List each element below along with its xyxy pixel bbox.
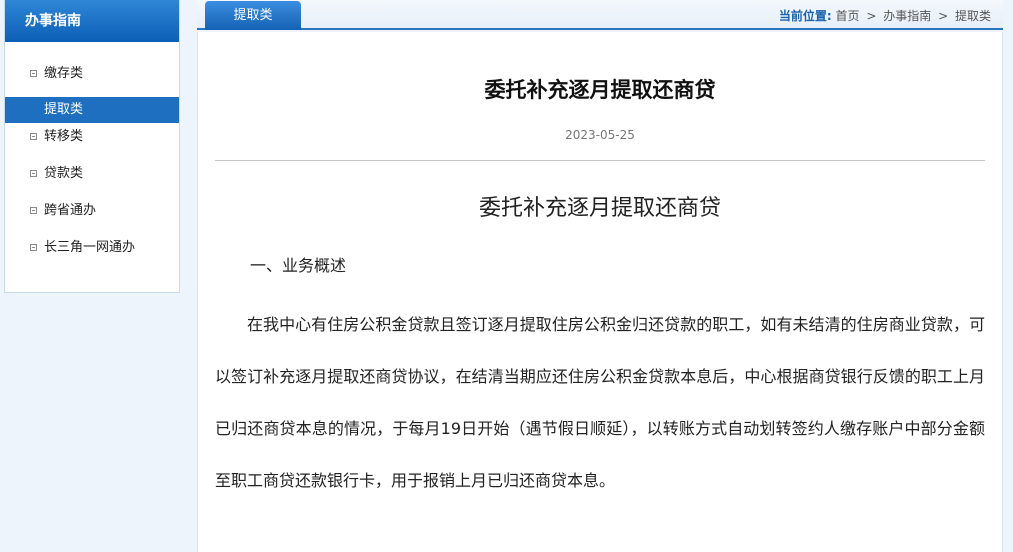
sidebar-item-deposit[interactable]: 缴存类: [5, 61, 179, 87]
sidebar-item-withdrawal[interactable]: 提取类: [5, 97, 179, 123]
breadcrumb-separator: >: [938, 9, 949, 23]
sidebar-item-loan[interactable]: 贷款类: [5, 161, 179, 187]
square-bullet-icon: [30, 207, 37, 214]
article-paragraph: 在我中心有住房公积金贷款且签订逐月提取住房公积金归还贷款的职工，如有未结清的住房…: [215, 315, 985, 490]
breadcrumb-guide-link[interactable]: 办事指南: [883, 9, 931, 23]
sidebar-item-label: 贷款类: [44, 166, 84, 181]
sidebar-item-cross-province[interactable]: 跨省通办: [5, 198, 179, 224]
breadcrumb-withdrawal-link[interactable]: 提取类: [955, 9, 991, 23]
square-bullet-icon: [30, 70, 37, 77]
article-panel: 委托补充逐月提取还商贷 2023-05-25 委托补充逐月提取还商贷 一、业务概…: [197, 32, 1003, 552]
sidebar-item-label: 长三角一网通办: [44, 240, 136, 255]
breadcrumb-separator: >: [866, 9, 877, 23]
sidebar-title: 办事指南: [5, 0, 179, 42]
tab-bar: 提取类 当前位置: 首页 > 办事指南 > 提取类: [197, 0, 1003, 30]
section-heading: 一、业务概述: [250, 256, 347, 275]
sidebar-item-label: 缴存类: [44, 66, 84, 81]
sidebar-item-label: 转移类: [44, 129, 84, 144]
tab-withdrawal[interactable]: 提取类: [205, 1, 301, 30]
sidebar: 办事指南 缴存类 提取类 转移类 贷款类 跨省通办 长三角一网通办: [4, 0, 180, 293]
content-heading: 委托补充逐月提取还商贷: [478, 196, 721, 221]
square-bullet-icon: [30, 133, 37, 140]
sidebar-item-transfer[interactable]: 转移类: [5, 124, 179, 150]
breadcrumb-home-link[interactable]: 首页: [836, 9, 860, 23]
article-title: 委托补充逐月提取还商贷: [484, 78, 716, 102]
breadcrumb: 当前位置: 首页 > 办事指南 > 提取类: [779, 7, 991, 24]
breadcrumb-label: 当前位置:: [778, 9, 832, 23]
square-bullet-icon: [30, 244, 37, 251]
sidebar-item-label: 跨省通办: [44, 203, 97, 218]
article-date: 2023-05-25: [565, 128, 635, 142]
sidebar-item-label: 提取类: [44, 102, 84, 117]
title-divider: [215, 160, 985, 161]
sidebar-item-yangtze-delta[interactable]: 长三角一网通办: [5, 235, 179, 261]
square-bullet-icon: [30, 170, 37, 177]
